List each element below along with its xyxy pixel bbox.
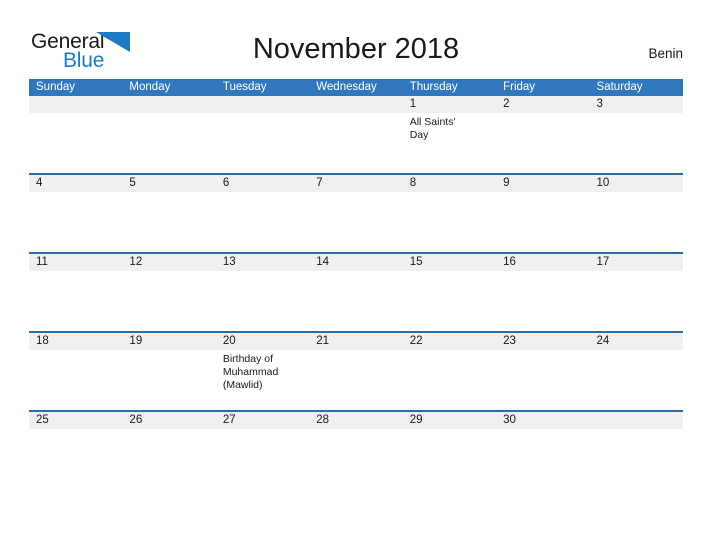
weekday-header-thursday: Thursday: [409, 81, 458, 93]
day-number[interactable]: 22: [403, 333, 496, 350]
region-label: Benin: [648, 46, 683, 61]
day-number[interactable]: 18: [29, 333, 122, 350]
day-cell[interactable]: [590, 350, 683, 410]
day-cell[interactable]: [496, 429, 589, 489]
day-number[interactable]: 21: [309, 333, 402, 350]
day-cell[interactable]: [403, 350, 496, 410]
day-number[interactable]: 4: [29, 175, 122, 192]
day-number[interactable]: 20: [216, 333, 309, 350]
week-daynum-band: 11 12 13 14 15 16 17: [29, 254, 683, 271]
weekday-header-monday: Monday: [129, 81, 171, 93]
day-cell[interactable]: [29, 429, 122, 489]
week-row: 25 26 27 28 29 30: [29, 412, 683, 491]
weekday-header-wednesday: Wednesday: [316, 81, 377, 93]
day-cell[interactable]: [309, 350, 402, 410]
day-cell[interactable]: [590, 271, 683, 331]
week-event-band: All Saints' Day: [29, 113, 683, 173]
day-cell[interactable]: [403, 192, 496, 252]
day-cell[interactable]: [496, 192, 589, 252]
page-title: November 2018: [252, 33, 460, 65]
week-daynum-band: 25 26 27 28 29 30: [29, 412, 683, 429]
day-cell[interactable]: [122, 271, 215, 331]
day-number[interactable]: 9: [496, 175, 589, 192]
day-cell[interactable]: [590, 429, 683, 489]
day-number[interactable]: 5: [122, 175, 215, 192]
day-number[interactable]: 17: [590, 254, 683, 271]
day-cell[interactable]: [216, 271, 309, 331]
week-row: 4 5 6 7 8 9 10: [29, 175, 683, 254]
day-cell[interactable]: [216, 192, 309, 252]
weekday-header-friday: Friday: [503, 81, 536, 93]
day-cell[interactable]: [29, 271, 122, 331]
day-cell[interactable]: [590, 192, 683, 252]
weekday-header-tuesday: Tuesday: [222, 81, 267, 93]
day-number[interactable]: 10: [590, 175, 683, 192]
page-header: General Blue November 2018 Benin: [0, 0, 712, 79]
day-number[interactable]: [29, 96, 122, 113]
day-cell[interactable]: Birthday of Muhammad (Mawlid): [216, 350, 309, 410]
day-number[interactable]: 6: [216, 175, 309, 192]
day-number[interactable]: 27: [216, 412, 309, 429]
day-event-text: Birthday of Muhammad (Mawlid): [222, 353, 279, 391]
day-number[interactable]: 13: [216, 254, 309, 271]
day-number[interactable]: 15: [403, 254, 496, 271]
day-number[interactable]: 29: [403, 412, 496, 429]
week-event-band: [29, 429, 683, 489]
week-row: 1 2 3 All Saints' Day: [29, 96, 683, 175]
day-number[interactable]: 14: [309, 254, 402, 271]
day-number[interactable]: 28: [309, 412, 402, 429]
day-cell[interactable]: [309, 429, 402, 489]
day-number[interactable]: 26: [122, 412, 215, 429]
week-event-band: [29, 192, 683, 252]
day-number[interactable]: [590, 412, 683, 429]
day-cell[interactable]: [590, 113, 683, 173]
day-number[interactable]: 11: [29, 254, 122, 271]
day-cell[interactable]: [216, 429, 309, 489]
day-cell[interactable]: [496, 271, 589, 331]
day-number[interactable]: 2: [496, 96, 589, 113]
day-number[interactable]: 7: [309, 175, 402, 192]
week-daynum-band: 18 19 20 21 22 23 24: [29, 333, 683, 350]
day-cell[interactable]: [122, 113, 215, 173]
week-row: 11 12 13 14 15 16 17: [29, 254, 683, 333]
day-number[interactable]: 25: [29, 412, 122, 429]
day-cell[interactable]: [403, 271, 496, 331]
calendar-grid: Sunday Monday Tuesday Wednesday Thursday…: [29, 79, 683, 491]
week-daynum-band: 4 5 6 7 8 9 10: [29, 175, 683, 192]
day-number[interactable]: 19: [122, 333, 215, 350]
day-cell[interactable]: [29, 350, 122, 410]
day-cell[interactable]: [29, 113, 122, 173]
day-cell[interactable]: [309, 192, 402, 252]
day-cell[interactable]: [122, 429, 215, 489]
day-number[interactable]: 1: [403, 96, 496, 113]
weekday-header-saturday: Saturday: [596, 81, 643, 93]
day-cell[interactable]: [309, 271, 402, 331]
day-cell[interactable]: [122, 192, 215, 252]
day-number[interactable]: [216, 96, 309, 113]
day-number[interactable]: [122, 96, 215, 113]
day-cell[interactable]: [309, 113, 402, 173]
day-cell[interactable]: All Saints' Day: [403, 113, 496, 173]
day-cell[interactable]: [29, 192, 122, 252]
day-cell[interactable]: [403, 429, 496, 489]
day-cell[interactable]: [122, 350, 215, 410]
day-number[interactable]: [309, 96, 402, 113]
week-event-band: Birthday of Muhammad (Mawlid): [29, 350, 683, 410]
day-number[interactable]: 12: [122, 254, 215, 271]
week-row: 18 19 20 21 22 23 24 Birthday of Muhamma…: [29, 333, 683, 412]
day-number[interactable]: 3: [590, 96, 683, 113]
day-number[interactable]: 16: [496, 254, 589, 271]
day-event-text: All Saints' Day: [409, 116, 456, 141]
weekday-header-row: Sunday Monday Tuesday Wednesday Thursday…: [29, 79, 683, 96]
day-number[interactable]: 8: [403, 175, 496, 192]
day-cell[interactable]: [496, 113, 589, 173]
day-number[interactable]: 23: [496, 333, 589, 350]
weekday-header-sunday: Sunday: [36, 81, 76, 93]
day-cell[interactable]: [496, 350, 589, 410]
day-cell[interactable]: [216, 113, 309, 173]
week-daynum-band: 1 2 3: [29, 96, 683, 113]
week-event-band: [29, 271, 683, 331]
day-number[interactable]: 30: [496, 412, 589, 429]
day-number[interactable]: 24: [590, 333, 683, 350]
